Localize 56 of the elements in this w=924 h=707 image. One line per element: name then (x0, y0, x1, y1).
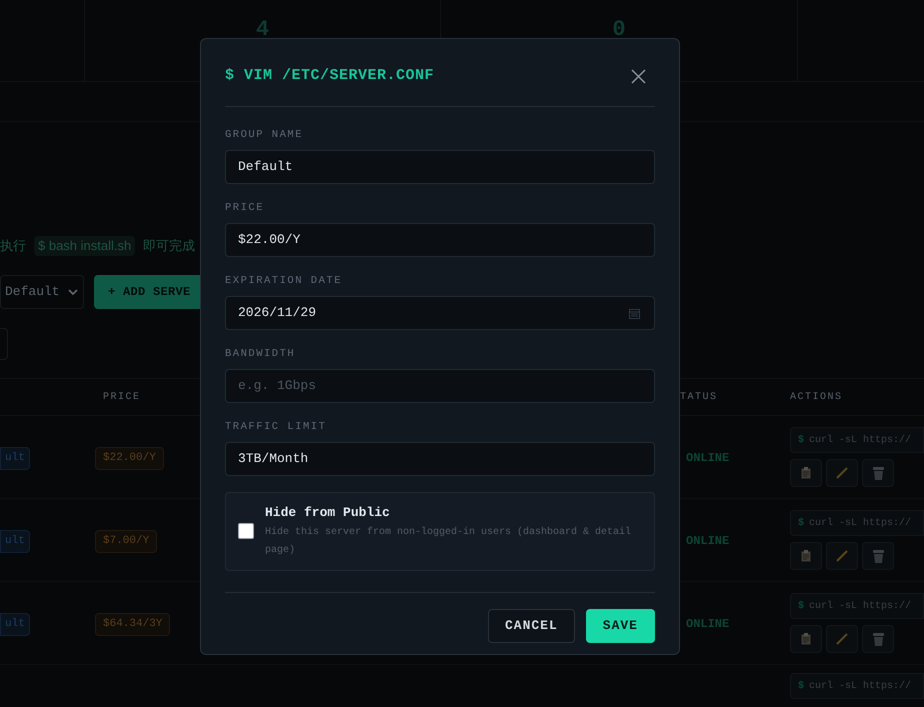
pencil-icon (836, 633, 848, 645)
date-field[interactable]: 2026/11/29 (225, 296, 655, 330)
field-label: PRICE (225, 200, 266, 214)
column-header: ACTIONS (790, 390, 844, 404)
trash-icon (872, 550, 884, 562)
pencil-icon (836, 550, 848, 562)
group-tag: ult (0, 447, 30, 470)
status-text: ONLINE (686, 451, 730, 465)
pencil-icon (836, 467, 848, 479)
checkbox[interactable] (238, 523, 254, 540)
trash-icon (872, 466, 884, 480)
status-text: ONLINE (686, 617, 730, 631)
prompt-symbol: $ (798, 680, 804, 694)
copy-button[interactable] (790, 625, 822, 653)
delete-button[interactable] (862, 542, 894, 570)
column-header: PRICE (102, 390, 142, 404)
copy-button[interactable] (790, 459, 822, 487)
close-button[interactable] (629, 67, 647, 86)
command-snippet: $ bash install.sh (34, 236, 136, 256)
edit-button[interactable] (826, 625, 858, 653)
price-badge: $64.34/3Y (95, 613, 170, 636)
group-tag: ult (0, 530, 30, 553)
group-tag: ult (0, 613, 30, 636)
field-label: GROUP NAME (225, 128, 304, 142)
edit-button[interactable] (826, 459, 858, 487)
calendar-icon (629, 308, 640, 318)
delete-button[interactable] (862, 625, 894, 653)
field-label: TRAFFIC LIMIT (225, 420, 328, 434)
input-field[interactable]: e.g. 1Gbps (225, 368, 655, 402)
chevron-down-icon (68, 288, 78, 296)
clipboard-icon (801, 550, 811, 562)
close-icon (630, 68, 646, 84)
input-field[interactable]: $22.00/Y (225, 222, 655, 256)
option-label: Hide from Public (265, 504, 391, 522)
price-badge: $7.00/Y (95, 530, 158, 553)
prompt-symbol: $ (798, 600, 804, 614)
status-text: ONLINE (686, 534, 730, 548)
clipboard-icon (801, 467, 811, 479)
price-badge: $22.00/Y (95, 447, 164, 470)
edit-button[interactable] (826, 542, 858, 570)
delete-button[interactable] (862, 459, 894, 487)
save-button[interactable]: SAVE (586, 609, 655, 643)
column-header: TATUS (680, 390, 719, 404)
prompt-symbol: $ (798, 434, 804, 448)
clipboard-icon (801, 633, 811, 645)
notice-text: 即可完成 (143, 237, 196, 256)
prompt-symbol: $ (798, 516, 804, 530)
field-label: BANDWIDTH (225, 346, 296, 360)
input-field[interactable]: 3TB/Month (225, 442, 655, 476)
notice-text: 执行 (0, 237, 26, 256)
copy-button[interactable] (790, 542, 822, 570)
option-description: Hide this server from non-logged-in users (dashboard & detail page) (265, 526, 632, 558)
dialog-title: $ VIM /ETC/SERVER.CONF (225, 66, 434, 86)
input-field[interactable]: Default (225, 150, 655, 184)
trash-icon (872, 632, 884, 646)
cancel-button[interactable]: CANCEL (488, 609, 575, 643)
